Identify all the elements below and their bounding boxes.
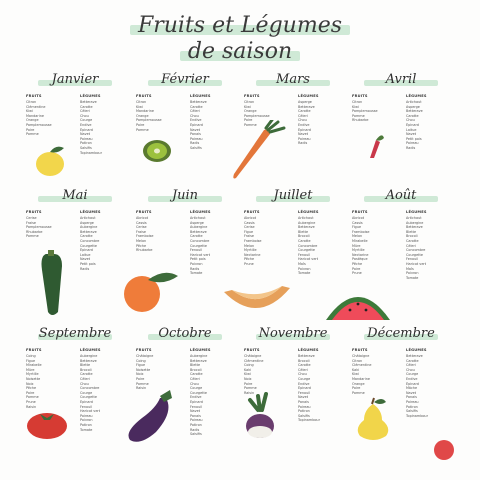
produce-list: Aubergine Betterave Blette Brocoli Carotte Cé… [80, 354, 126, 432]
eggplant-icon [128, 390, 172, 442]
month-aout: Août FRUITS Abricot Cassis Figue Framboise Me… [346, 188, 456, 280]
month-juin: Juin FRUITS Abricot Cassis Cerise Fraise Fram… [130, 188, 240, 276]
month-title: Février [130, 72, 240, 88]
month-title: Juin [130, 188, 240, 204]
column-header: FRUITS [136, 348, 152, 352]
column-header: LÉGUMES [298, 348, 319, 352]
month-title: Avril [346, 72, 456, 88]
month-title: Octobre [130, 326, 240, 342]
column-header: FRUITS [136, 94, 152, 98]
column-header: LÉGUMES [80, 348, 101, 352]
title-line-1: Fruits et Légumes [129, 14, 350, 38]
produce-list: Artichaut Asperge Aubergine Betterave Carott… [80, 216, 126, 271]
column-header: LÉGUMES [80, 94, 101, 98]
produce-item: Topinambour [80, 150, 102, 155]
produce-item: Topinambour [406, 413, 428, 418]
kiwi-icon [143, 140, 171, 162]
poster: Fruits et Légumes de saison Janvier FRUI… [0, 0, 480, 480]
column-header: LÉGUMES [190, 348, 211, 352]
produce-item: Pomme [26, 234, 39, 239]
produce-list: Betterave Carotte Céleri Chou Courge Endive Ép… [80, 100, 126, 155]
produce-item: Prune [244, 261, 254, 266]
month-title: Mai [20, 188, 130, 204]
produce-list: Cerise Fraise Pamplemousse Rhubarbe Pomme [26, 216, 72, 239]
column-header: FRUITS [352, 348, 368, 352]
title-line-2: de saison [179, 40, 301, 64]
column-header: LÉGUMES [406, 94, 427, 98]
produce-list: Betterave Carotte Céleri Chou Courge Endive Ép… [406, 354, 452, 418]
month-title: Juillet [238, 188, 348, 204]
poster-title: Fruits et Légumes de saison [0, 14, 480, 66]
column-header: FRUITS [352, 94, 368, 98]
produce-list: Châtaigne Coing Figue Noisette Noix Poire Pomm… [136, 354, 182, 391]
watermelon-icon [326, 297, 390, 320]
column-header: FRUITS [244, 94, 260, 98]
month-title: Décembre [346, 326, 456, 342]
month-title: Septembre [38, 326, 112, 341]
produce-item: Pomme [136, 127, 149, 132]
produce-list: Coing Figue Mirabelle Mûre Myrtille Noisette N… [26, 354, 72, 409]
produce-list: Abricot Cassis Figue Framboise Melon Mirabell… [352, 216, 398, 276]
produce-item: Radis [298, 141, 308, 146]
peach-icon [124, 272, 178, 312]
column-header: FRUITS [244, 210, 260, 214]
produce-item: Tomate [406, 275, 419, 280]
produce-list: Châtaigne Clémentine Coing Kaki Kiwi Noix Poir… [244, 354, 290, 395]
column-header: LÉGUMES [406, 348, 427, 352]
month-title: Novembre [238, 326, 348, 342]
produce-list: Citron Clémentine Kiwi Mandarine Orange Pampl… [26, 100, 72, 137]
produce-list: Artichaut Asperge Aubergine Betterave Carott… [190, 216, 236, 276]
column-header: LÉGUMES [406, 210, 427, 214]
column-header: FRUITS [352, 210, 368, 214]
month-avril: Avril FRUITS Citron Kiwi Pamplemousse Pomme R… [346, 72, 456, 151]
produce-list: Châtaigne Citron Clémentine Kaki Kiwi Mandari… [352, 354, 398, 395]
month-title: Août [346, 188, 456, 204]
tomato-icon [27, 413, 67, 439]
month-title: Mars [238, 72, 348, 88]
column-header: FRUITS [26, 210, 42, 214]
produce-list: Aubergine Betterave Blette Brocoli Carotte Cé… [190, 354, 236, 437]
produce-item: Tomate [298, 271, 311, 276]
month-juillet: Juillet FRUITS Abricot Cassis Cerise Figue Fr… [238, 188, 348, 276]
column-header: LÉGUMES [190, 94, 211, 98]
produce-item: Salsifis [190, 432, 202, 437]
produce-list: Betterave Brocoli Carotte Céleri Chou Courge E… [298, 354, 344, 423]
column-header: LÉGUMES [298, 210, 319, 214]
brand-logo [434, 440, 454, 460]
produce-item: Pomme [26, 132, 39, 137]
produce-item: Rhubarbe [136, 248, 153, 253]
zucchini-icon [41, 250, 62, 315]
produce-list: Citron Kiwi Pamplemousse Pomme Rhubarbe [352, 100, 398, 123]
rhubarb-icon [370, 135, 384, 158]
produce-list: Artichaut Aubergine Betterave Blette Brocoli… [298, 216, 344, 276]
produce-list: Artichaut Aubergine Betterave Blette Brocoli… [406, 216, 452, 280]
produce-list: Asperge Betterave Carotte Céleri Chou Endive É… [298, 100, 344, 146]
column-header: FRUITS [136, 210, 152, 214]
month-title: Janvier [20, 72, 130, 88]
column-header: FRUITS [26, 348, 42, 352]
produce-item: Tomate [190, 271, 203, 276]
turnip-icon [246, 392, 274, 438]
column-header: LÉGUMES [298, 94, 319, 98]
produce-item: Pomme [352, 390, 365, 395]
column-header: FRUITS [26, 94, 42, 98]
produce-item: Radis [406, 145, 416, 150]
produce-list: Artichaut Asperge Betterave Carotte Chou Épin… [406, 100, 452, 151]
pear-icon [357, 397, 389, 440]
produce-item: Prune [352, 271, 362, 276]
produce-item: Topinambour [298, 418, 320, 423]
column-header: LÉGUMES [80, 210, 101, 214]
column-header: LÉGUMES [190, 210, 211, 214]
lemon-icon [36, 146, 64, 176]
produce-item: Tomate [80, 427, 93, 432]
carrot-icon [233, 120, 286, 179]
produce-item: Rhubarbe [352, 118, 369, 123]
melon-slice-icon [224, 286, 290, 309]
column-header: FRUITS [244, 348, 260, 352]
produce-list: Citron Kiwi Mandarine Orange Pamplemousse Poi… [136, 100, 182, 132]
produce-list: Abricot Cassis Cerise Fraise Framboise Melon P… [136, 216, 182, 253]
produce-list: Abricot Cassis Cerise Figue Fraise Framboise M… [244, 216, 290, 267]
